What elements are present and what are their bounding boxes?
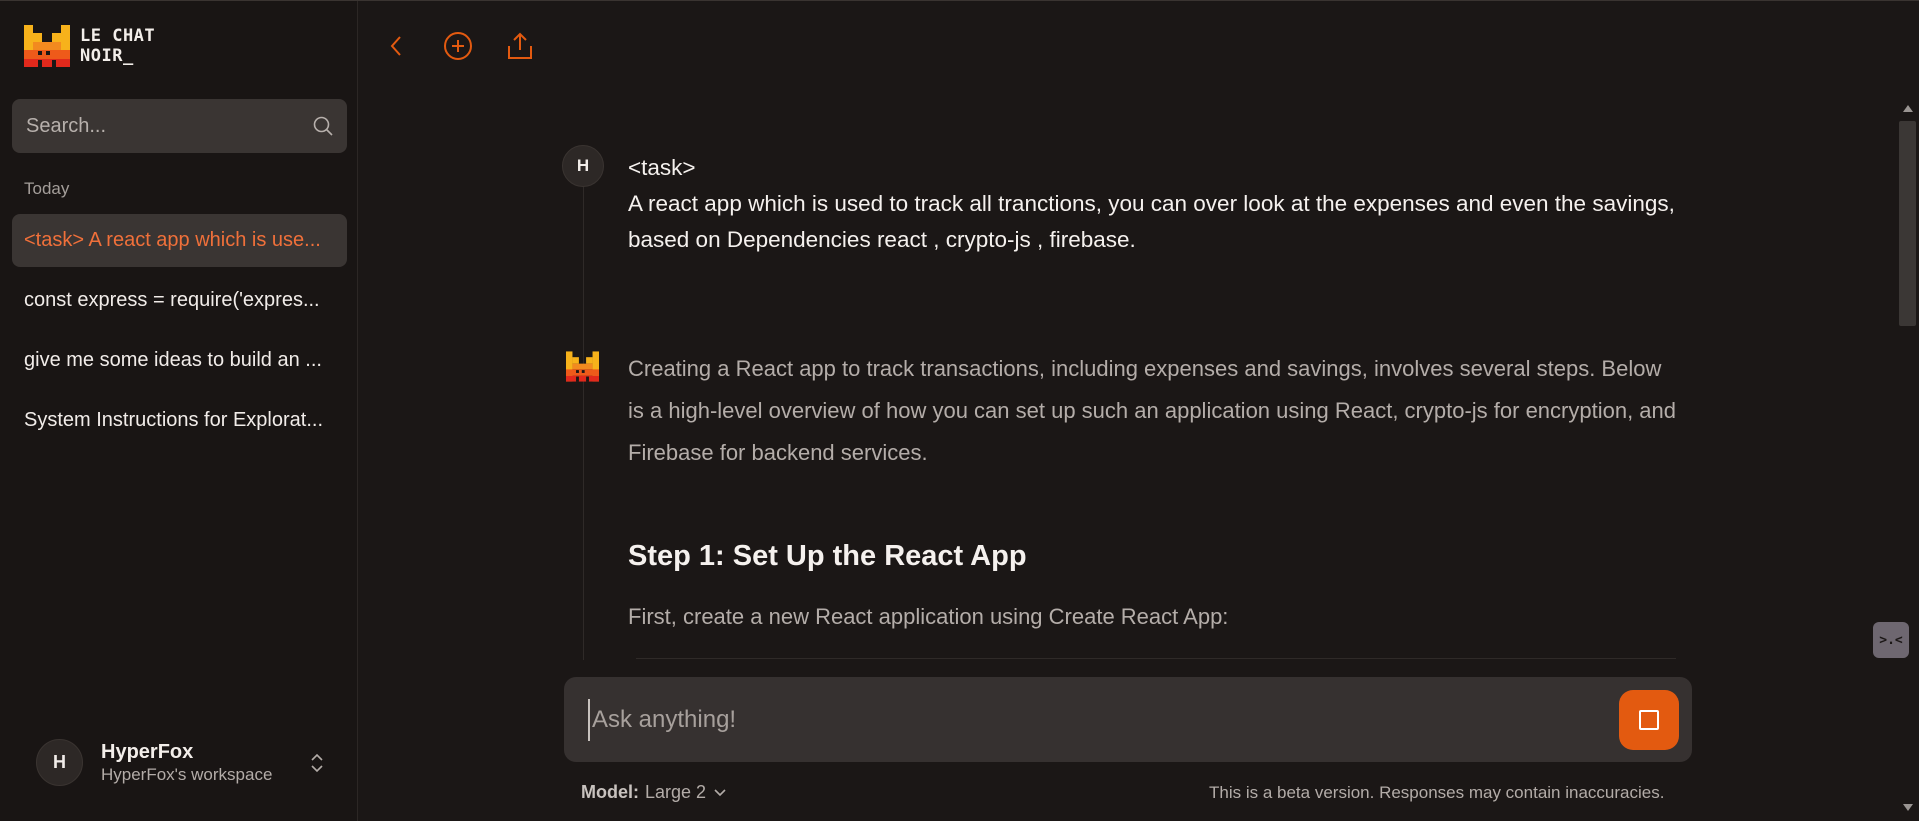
composer (564, 677, 1692, 762)
user-workspace: HyperFox's workspace (101, 764, 273, 784)
brand-line-2: NOIR_ (80, 46, 134, 66)
user-name: HyperFox (101, 740, 194, 763)
scrollbar-thumb[interactable] (1899, 121, 1916, 326)
share-button[interactable] (504, 30, 536, 62)
brand[interactable]: LE CHAT NOIR_ (24, 25, 155, 67)
assistant-heading: Step 1: Set Up the React App (628, 540, 1027, 572)
brand-name: LE CHAT NOIR_ (80, 26, 155, 66)
back-chevron-icon (390, 36, 401, 56)
chat-toolbar (380, 30, 536, 62)
user-message: <task> A react app which is used to trac… (628, 150, 1678, 258)
model-selector[interactable]: Model: Large 2 (581, 782, 728, 803)
history-item[interactable]: <task> A react app which is use... (12, 214, 347, 267)
scroll-down-arrow-icon (1902, 803, 1913, 811)
code-block-top-edge (636, 658, 1676, 659)
share-upload-icon (508, 32, 532, 59)
user-message-avatar: H (562, 145, 604, 187)
assistant-logo-icon (566, 351, 599, 382)
history-item-label: const express = require('expres... (24, 289, 320, 311)
brand-line-1: LE CHAT (80, 26, 156, 46)
model-value: Large 2 (645, 782, 707, 802)
history-item-label: give me some ideas to build an ... (24, 349, 322, 371)
chat-history-list: <task> A react app which is use... const… (12, 214, 347, 454)
search-icon[interactable] (311, 114, 335, 138)
assistant-paragraph: First, create a new React application us… (628, 604, 1229, 629)
user-menu[interactable]: H HyperFox HyperFox's workspace (36, 739, 326, 786)
new-chat-button[interactable] (442, 30, 474, 62)
history-item-label: System Instructions for Explorat... (24, 409, 323, 431)
search-box[interactable] (12, 99, 347, 153)
stop-square-icon (1639, 710, 1659, 730)
back-button[interactable] (380, 30, 412, 62)
assistant-intro: Creating a React app to track transactio… (628, 356, 1677, 465)
assistant-message: Creating a React app to track transactio… (628, 348, 1678, 638)
user-message-body: A react app which is used to track all t… (628, 191, 1675, 252)
model-label: Model: (581, 782, 639, 802)
beta-disclaimer: This is a beta version. Responses may co… (1209, 783, 1665, 802)
new-chat-plus-icon (444, 32, 472, 60)
le-chat-logo-icon (24, 25, 70, 67)
side-widget-button[interactable]: >.< (1873, 622, 1909, 658)
history-item[interactable]: const express = require('expres... (12, 274, 347, 327)
scroll-up-button[interactable] (1896, 97, 1919, 119)
chevron-up-down-icon[interactable] (308, 750, 326, 776)
message-input[interactable] (588, 699, 1574, 741)
search-input[interactable] (24, 113, 311, 139)
history-item[interactable]: System Instructions for Explorat... (12, 394, 347, 447)
user-message-tag: <task> (628, 155, 696, 180)
history-item[interactable]: give me some ideas to build an ... (12, 334, 347, 387)
history-item-label: <task> A react app which is use... (24, 229, 321, 251)
sidebar: LE CHAT NOIR_ Today <task> A react app w… (0, 1, 358, 821)
history-section-label: Today (24, 179, 70, 198)
thread-line (583, 172, 584, 660)
scroll-down-button[interactable] (1896, 796, 1919, 818)
stop-button[interactable] (1619, 690, 1679, 750)
chevron-down-icon (714, 788, 726, 796)
scroll-up-arrow-icon (1902, 104, 1913, 112)
avatar: H (36, 739, 83, 786)
